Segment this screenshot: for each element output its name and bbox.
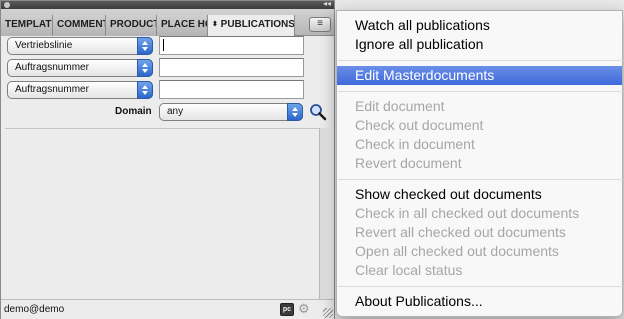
- filter-field-label: Vertriebslinie: [15, 40, 73, 51]
- domain-label: Domain: [115, 106, 152, 117]
- menu-item-show-checked-out[interactable]: Show checked out documents: [337, 185, 622, 204]
- select-stepper-icon: [287, 103, 303, 121]
- panel-titlebar[interactable]: ◂◂: [1, 0, 334, 9]
- tab-bar: TEMPLATI COMMENT PRODUCT PLACE HC ⬍ PUBL…: [1, 9, 334, 37]
- menu-item-check-in-all[interactable]: Check in all checked out documents: [337, 204, 622, 223]
- panel-menu-icon: ≡: [317, 18, 323, 29]
- filter-field-label: Auftragsnummer: [15, 84, 89, 95]
- filter-value-input[interactable]: [159, 36, 304, 55]
- search-icon[interactable]: [308, 102, 328, 122]
- menu-item-ignore-all[interactable]: Ignore all publication: [337, 35, 622, 54]
- menu-separator: [338, 60, 623, 61]
- status-user: demo@demo: [4, 304, 65, 315]
- tab-reorder-icon: ⬍: [212, 21, 218, 28]
- menu-separator: [338, 179, 623, 180]
- menu-item-edit-masterdocuments[interactable]: Edit Masterdocuments: [337, 66, 622, 85]
- tab-publications-label: PUBLICATIONS: [220, 19, 295, 30]
- menu-item-revert-document[interactable]: Revert document: [337, 154, 622, 173]
- filter-field-select[interactable]: Auftragsnummer: [7, 59, 153, 77]
- menu-item-check-in-document[interactable]: Check in document: [337, 135, 622, 154]
- menu-item-clear-local-status[interactable]: Clear local status: [337, 261, 622, 280]
- tab-publications[interactable]: ⬍ PUBLICATIONS: [208, 15, 295, 37]
- tab-place-holder[interactable]: PLACE HC: [157, 15, 208, 36]
- menu-separator: [338, 91, 623, 92]
- select-stepper-icon: [137, 81, 153, 99]
- domain-value: any: [167, 106, 184, 117]
- results-list[interactable]: [5, 128, 320, 298]
- menu-item-check-out-document[interactable]: Check out document: [337, 116, 622, 135]
- publications-panel: ◂◂ TEMPLATI COMMENT PRODUCT PLACE HC ⬍ P…: [0, 0, 335, 319]
- scrollbar[interactable]: [319, 128, 334, 299]
- menu-item-open-all[interactable]: Open all checked out documents: [337, 242, 622, 261]
- text-caret: [163, 39, 164, 51]
- select-stepper-icon: [137, 59, 153, 77]
- panel-flyout-menu: Watch all publications Ignore all public…: [336, 10, 623, 317]
- gear-icon[interactable]: ⚙: [298, 301, 310, 317]
- tab-comments[interactable]: COMMENT: [53, 15, 106, 36]
- status-bar: demo@demo pc ⚙: [1, 299, 334, 319]
- tab-templates[interactable]: TEMPLATI: [1, 15, 53, 36]
- filter-value-input[interactable]: [159, 58, 304, 77]
- select-stepper-icon: [137, 37, 153, 55]
- filter-field-select[interactable]: Vertriebslinie: [7, 37, 153, 55]
- domain-select[interactable]: any: [159, 103, 303, 121]
- tab-products[interactable]: PRODUCT: [106, 15, 157, 36]
- menu-item-revert-all[interactable]: Revert all checked out documents: [337, 223, 622, 242]
- pc-icon[interactable]: pc: [280, 303, 294, 316]
- menu-item-edit-document[interactable]: Edit document: [337, 97, 622, 116]
- filter-field-select[interactable]: Auftragsnummer: [7, 81, 153, 99]
- filter-value-input[interactable]: [159, 80, 304, 99]
- menu-item-about[interactable]: About Publications...: [337, 292, 622, 311]
- close-icon[interactable]: [4, 2, 10, 8]
- filter-field-label: Auftragsnummer: [15, 62, 89, 73]
- menu-item-watch-all[interactable]: Watch all publications: [337, 16, 622, 35]
- resize-grip[interactable]: [323, 308, 333, 318]
- panel-menu-button[interactable]: ≡: [309, 17, 331, 32]
- collapse-icon[interactable]: ◂◂: [323, 0, 331, 9]
- menu-separator: [338, 286, 623, 287]
